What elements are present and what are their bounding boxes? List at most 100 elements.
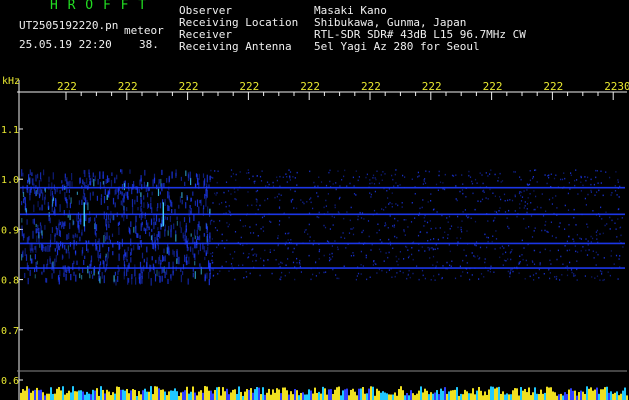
noise-speckle xyxy=(115,279,117,286)
noise-speckle xyxy=(141,222,143,226)
noise-speckle xyxy=(409,276,411,279)
amplitude-bar xyxy=(292,394,294,400)
amplitude-bar xyxy=(534,387,536,400)
noise-speckle xyxy=(103,196,106,204)
noise-speckle xyxy=(50,233,52,241)
noise-speckle xyxy=(216,181,218,184)
noise-speckle xyxy=(309,236,311,238)
noise-speckle xyxy=(235,179,237,181)
amplitude-bar xyxy=(570,388,572,400)
noise-speckle xyxy=(248,253,250,255)
noise-speckle xyxy=(524,201,526,203)
amplitude-bar xyxy=(398,389,400,400)
noise-speckle xyxy=(280,261,282,264)
noise-speckle xyxy=(614,185,616,187)
noise-speckle xyxy=(516,215,518,218)
noise-speckle xyxy=(145,228,147,234)
noise-speckle xyxy=(240,236,242,239)
noise-speckle xyxy=(345,247,347,249)
noise-speckle xyxy=(357,179,359,182)
amplitude-bar xyxy=(332,394,334,400)
noise-speckle xyxy=(257,208,259,211)
noise-speckle xyxy=(480,200,482,203)
noise-speckle xyxy=(599,279,601,281)
noise-speckle xyxy=(270,221,272,223)
noise-speckle xyxy=(234,251,236,253)
noise-speckle xyxy=(566,274,569,277)
noise-speckle xyxy=(98,257,100,262)
amplitude-bar xyxy=(62,386,64,400)
amplitude-bar xyxy=(404,395,406,400)
noise-speckle xyxy=(544,174,546,176)
noise-speckle xyxy=(296,184,298,186)
noise-speckle xyxy=(337,170,339,172)
noise-speckle xyxy=(173,223,175,230)
noise-speckle xyxy=(533,263,536,265)
amplitude-bar xyxy=(66,393,68,400)
noise-speckle xyxy=(437,247,439,250)
amplitude-bar xyxy=(22,389,24,400)
noise-speckle xyxy=(221,240,223,242)
noise-speckle xyxy=(475,241,478,243)
noise-speckle xyxy=(329,180,331,183)
amplitude-bar xyxy=(244,391,246,400)
noise-speckle xyxy=(495,238,498,240)
noise-speckle xyxy=(293,247,295,250)
amplitude-bar xyxy=(580,390,582,400)
noise-speckle xyxy=(189,217,191,223)
noise-speckle xyxy=(289,175,291,177)
noise-speckle xyxy=(43,246,45,252)
noise-speckle xyxy=(546,230,548,233)
amplitude-bar xyxy=(246,389,248,400)
amplitude-bar xyxy=(390,394,392,400)
noise-speckle xyxy=(484,258,486,260)
noise-speckle xyxy=(41,230,43,236)
noise-speckle xyxy=(526,264,528,266)
noise-speckle xyxy=(495,230,497,232)
noise-speckle xyxy=(83,259,85,266)
noise-speckle xyxy=(459,265,461,268)
noise-speckle xyxy=(328,171,330,174)
amplitude-bar xyxy=(384,392,386,400)
noise-speckle xyxy=(199,200,201,204)
noise-speckle xyxy=(427,201,429,203)
noise-speckle xyxy=(337,248,339,251)
noise-speckle xyxy=(217,273,219,275)
noise-speckle xyxy=(442,182,444,184)
noise-speckle xyxy=(351,228,353,230)
noise-speckle xyxy=(55,255,57,263)
noise-speckle xyxy=(194,235,196,240)
noise-speckle xyxy=(539,251,541,254)
noise-speckle xyxy=(98,238,100,243)
noise-speckle xyxy=(331,215,333,218)
amplitude-bar xyxy=(236,393,238,400)
noise-speckle xyxy=(21,218,23,223)
noise-speckle xyxy=(259,204,261,207)
amplitude-bar xyxy=(96,388,98,400)
noise-speckle xyxy=(158,179,160,184)
noise-speckle xyxy=(225,261,227,263)
noise-speckle xyxy=(96,195,98,201)
noise-speckle xyxy=(252,254,254,256)
noise-speckle xyxy=(493,219,495,221)
noise-speckle xyxy=(369,192,371,194)
noise-speckle xyxy=(499,207,501,209)
noise-speckle xyxy=(146,246,148,253)
amplitude-bar xyxy=(528,387,530,400)
noise-speckle xyxy=(153,221,155,230)
noise-speckle xyxy=(349,219,351,222)
noise-speckle xyxy=(40,178,42,182)
amplitude-bar xyxy=(274,392,276,400)
noise-speckle xyxy=(36,260,38,265)
noise-speckle xyxy=(176,220,178,226)
noise-speckle xyxy=(199,235,201,241)
noise-speckle xyxy=(507,225,509,228)
noise-speckle xyxy=(46,278,48,283)
noise-speckle xyxy=(324,226,327,229)
noise-speckle xyxy=(389,201,391,204)
noise-speckle xyxy=(431,247,433,249)
noise-speckle xyxy=(519,255,521,257)
noise-speckle xyxy=(139,276,141,285)
noise-speckle xyxy=(348,232,351,234)
noise-speckle xyxy=(489,188,491,191)
